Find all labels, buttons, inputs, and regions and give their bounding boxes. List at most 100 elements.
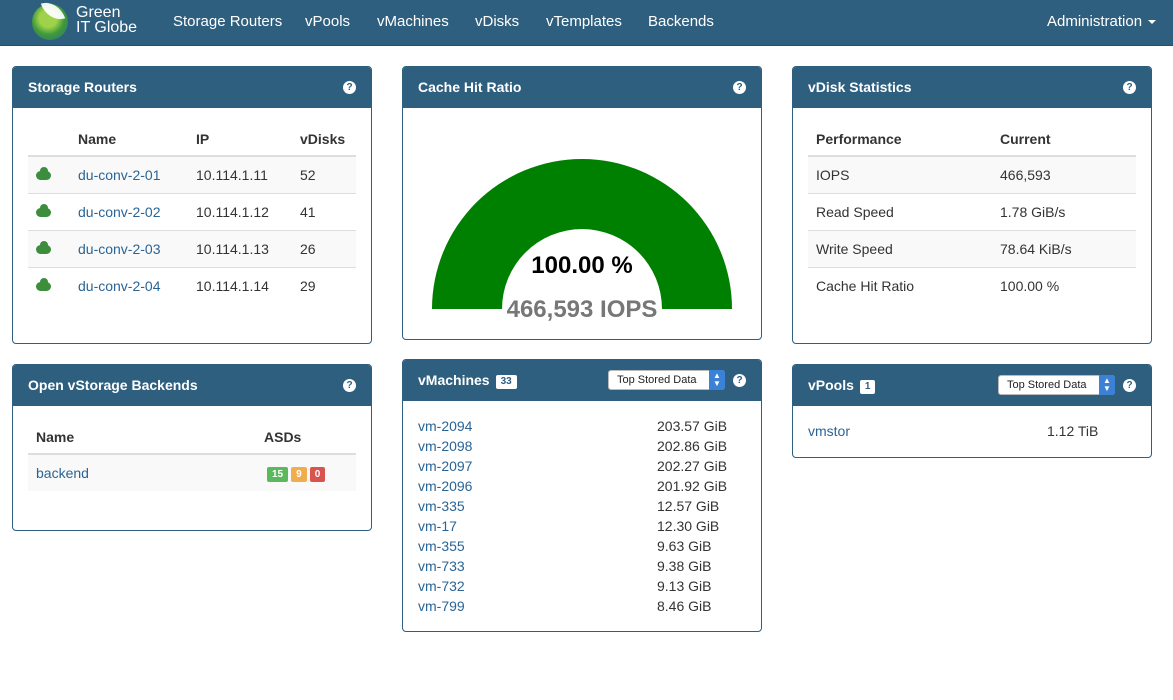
backend-link[interactable]: backend: [36, 465, 89, 481]
vmachine-size: 8.46 GiB: [657, 598, 712, 614]
list-item: vm-2097 202.27 GiB: [418, 456, 746, 476]
storage-routers-panel: Storage Routers ? Name IP vDisks du-conv…: [12, 66, 372, 344]
vdisk-statistics-panel: vDisk Statistics ? Performance Current I…: [792, 66, 1152, 344]
panel-title: Cache Hit Ratio: [418, 79, 522, 95]
panel-title: vMachines: [418, 372, 490, 388]
vmachine-size: 12.30 GiB: [657, 518, 720, 534]
metric-cell: Write Speed: [808, 229, 992, 267]
list-item: vm-799 8.46 GiB: [418, 596, 746, 616]
nav-backends[interactable]: Backends: [648, 13, 714, 31]
cache-hit-gauge: 100.00 % 466,593 IOPS: [432, 159, 732, 323]
panel-header: vDisk Statistics ?: [793, 67, 1151, 108]
panel-title: Storage Routers: [28, 79, 137, 95]
vpools-list: vmstor 1.12 TiB: [793, 406, 1151, 441]
vmachine-link[interactable]: vm-355: [418, 538, 465, 554]
column-header-current: Current: [992, 123, 1136, 157]
table-row: du-conv-2-02 10.114.1.12 41: [28, 192, 356, 230]
vdisks-cell: 26: [292, 229, 356, 267]
cloud-icon: [36, 203, 51, 217]
panel-title: vPools: [808, 377, 854, 393]
vmachines-list: vm-2094 203.57 GiB vm-2098 202.86 GiB vm-2…: [403, 401, 761, 616]
logo[interactable]: Green IT Globe: [30, 0, 150, 42]
storage-router-link[interactable]: du-conv-2-04: [78, 278, 161, 294]
table-row: du-conv-2-04 10.114.1.14 29: [28, 266, 356, 304]
list-item: vm-17 12.30 GiB: [418, 516, 746, 536]
updown-chevron-icon: ▲ ▼: [1099, 375, 1115, 395]
vpool-size: 1.12 TiB: [1047, 423, 1099, 439]
nav-administration-label: Administration: [1047, 13, 1143, 30]
column-header-icon: [28, 123, 70, 157]
vmachine-size: 12.57 GiB: [657, 498, 720, 514]
asd-error-badge: 0: [309, 467, 326, 482]
vmachine-link[interactable]: vm-17: [418, 518, 457, 534]
panel-title: Open vStorage Backends: [28, 377, 198, 393]
nav-vpools[interactable]: vPools: [305, 13, 350, 31]
select-value: Top Stored Data: [617, 374, 697, 386]
panel-title: vDisk Statistics: [808, 79, 912, 95]
table-row: IOPS 466,593: [808, 155, 1136, 193]
vpools-sort-select[interactable]: Top Stored Data ▲ ▼: [998, 375, 1115, 395]
vmachine-link[interactable]: vm-2098: [418, 438, 472, 454]
vmachine-link[interactable]: vm-799: [418, 598, 465, 614]
help-icon[interactable]: ?: [343, 379, 356, 392]
storage-router-link[interactable]: du-conv-2-01: [78, 167, 161, 183]
table-row: Cache Hit Ratio 100.00 %: [808, 266, 1136, 304]
cloud-icon: [36, 240, 51, 254]
ip-cell: 10.114.1.14: [188, 266, 292, 304]
panel-header: vMachines 33 Top Stored Data ▲ ▼ ?: [403, 360, 761, 401]
backends-panel: Open vStorage Backends ? Name ASDs backe…: [12, 364, 372, 531]
vmachines-sort-select[interactable]: Top Stored Data ▲ ▼: [608, 370, 725, 390]
vmachines-count-badge: 33: [495, 375, 517, 389]
storage-router-link[interactable]: du-conv-2-02: [78, 204, 161, 220]
nav-vtemplates[interactable]: vTemplates: [546, 13, 622, 31]
cloud-icon: [36, 277, 51, 291]
cloud-icon: [36, 166, 51, 180]
table-row: Write Speed 78.64 KiB/s: [808, 229, 1136, 267]
column-header-performance: Performance: [808, 123, 992, 157]
help-icon[interactable]: ?: [1123, 379, 1136, 392]
vmachine-size: 202.86 GiB: [657, 438, 728, 454]
vmachine-link[interactable]: vm-732: [418, 578, 465, 594]
column-header-name: Name: [28, 421, 256, 455]
updown-chevron-icon: ▲ ▼: [709, 370, 725, 390]
column-header-vdisks: vDisks: [292, 123, 356, 157]
cache-hit-ratio-panel: Cache Hit Ratio ? 100.00 % 466,593 IOPS: [402, 66, 762, 340]
asd-ok-badge: 15: [267, 467, 289, 482]
value-cell: 1.78 GiB/s: [992, 192, 1136, 230]
ip-cell: 10.114.1.11: [188, 155, 292, 193]
table-row: du-conv-2-03 10.114.1.13 26: [28, 229, 356, 267]
metric-cell: Read Speed: [808, 192, 992, 230]
panel-header: Open vStorage Backends ?: [13, 365, 371, 406]
vmachine-link[interactable]: vm-335: [418, 498, 465, 514]
panel-header: Cache Hit Ratio ?: [403, 67, 761, 108]
ip-cell: 10.114.1.12: [188, 192, 292, 230]
table-row: du-conv-2-01 10.114.1.11 52: [28, 155, 356, 193]
nav-administration-dropdown[interactable]: Administration: [1047, 13, 1157, 31]
vmachine-link[interactable]: vm-2096: [418, 478, 472, 494]
vdisks-cell: 29: [292, 266, 356, 304]
column-header-ip: IP: [188, 123, 292, 157]
nav-vdisks[interactable]: vDisks: [475, 13, 519, 31]
vmachine-link[interactable]: vm-733: [418, 558, 465, 574]
help-icon[interactable]: ?: [733, 374, 746, 387]
help-icon[interactable]: ?: [343, 81, 356, 94]
vmachine-size: 9.63 GiB: [657, 538, 712, 554]
vdisks-cell: 52: [292, 155, 356, 193]
nav-storage-routers[interactable]: Storage Routers: [173, 13, 282, 31]
list-item: vm-2094 203.57 GiB: [418, 416, 746, 436]
vmachine-size: 203.57 GiB: [657, 418, 728, 434]
storage-router-link[interactable]: du-conv-2-03: [78, 241, 161, 257]
vpool-link[interactable]: vmstor: [808, 423, 850, 439]
panel-header: Storage Routers ?: [13, 67, 371, 108]
metric-cell: Cache Hit Ratio: [808, 266, 992, 304]
gauge-fill: [432, 159, 732, 309]
help-icon[interactable]: ?: [1123, 81, 1136, 94]
select-value: Top Stored Data: [1007, 379, 1087, 391]
help-icon[interactable]: ?: [733, 81, 746, 94]
nav-vmachines[interactable]: vMachines: [377, 13, 449, 31]
list-item: vm-733 9.38 GiB: [418, 556, 746, 576]
vmachine-link[interactable]: vm-2097: [418, 458, 472, 474]
vmachine-link[interactable]: vm-2094: [418, 418, 472, 434]
vmachine-size: 201.92 GiB: [657, 478, 728, 494]
vmachine-size: 9.38 GiB: [657, 558, 712, 574]
